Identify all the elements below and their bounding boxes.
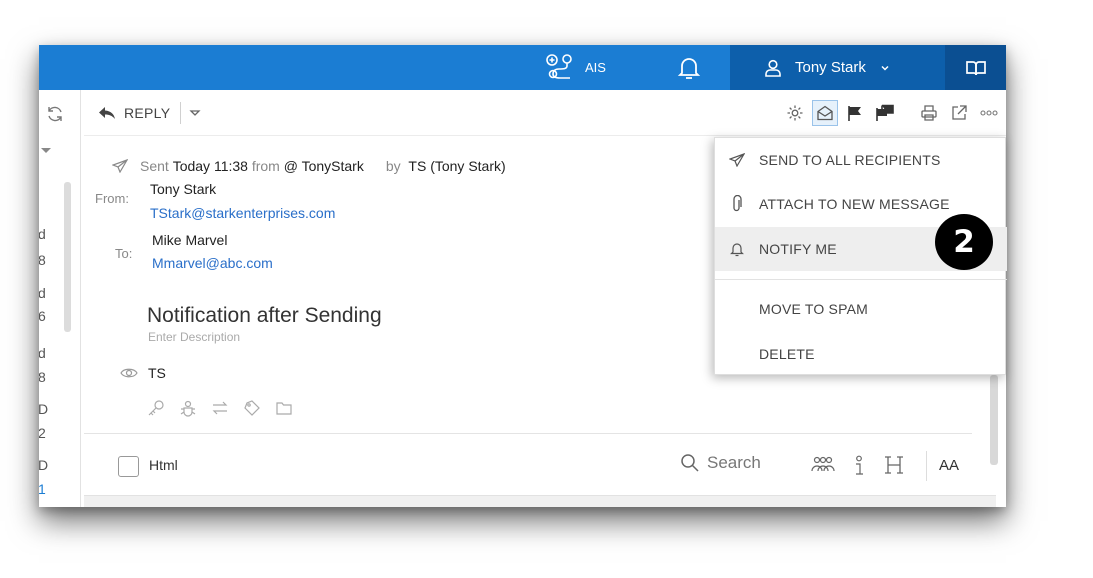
tag-icon[interactable] bbox=[243, 399, 261, 417]
menu-separator bbox=[715, 279, 1007, 280]
editor-bar: Html Search AA bbox=[84, 445, 996, 489]
toolbar-icons bbox=[782, 90, 1006, 136]
flags-button[interactable] bbox=[872, 100, 898, 126]
reply-label: REPLY bbox=[124, 105, 171, 121]
user-name: Tony Stark bbox=[795, 59, 866, 76]
book-button[interactable] bbox=[945, 45, 1006, 90]
reply-button[interactable]: REPLY bbox=[98, 90, 201, 136]
ais-label: AIS bbox=[585, 60, 606, 75]
flags-icon bbox=[876, 104, 894, 121]
list-fragment: d bbox=[39, 226, 46, 242]
envelope-open-icon bbox=[817, 105, 833, 121]
bell-icon[interactable] bbox=[675, 54, 703, 82]
menu-item-label: SEND TO ALL RECIPIENTS bbox=[759, 152, 941, 168]
description-field[interactable]: Enter Description bbox=[148, 330, 240, 344]
list-fragment: d bbox=[39, 285, 46, 301]
sender-account: @ TonyStark bbox=[283, 158, 364, 174]
search-button[interactable]: Search bbox=[680, 453, 761, 473]
editor-area-edge bbox=[84, 495, 996, 507]
menu-item-move-to-spam[interactable]: MOVE TO SPAM bbox=[715, 287, 1007, 331]
viewer-row: TS bbox=[120, 365, 166, 381]
font-size-button[interactable]: AA bbox=[939, 457, 959, 474]
to-label: To: bbox=[115, 246, 133, 261]
menu-item-send-to-all[interactable]: SEND TO ALL RECIPIENTS bbox=[715, 138, 1007, 182]
settings-button[interactable] bbox=[782, 100, 808, 126]
user-menu[interactable]: Tony Stark bbox=[730, 45, 945, 90]
send-icon bbox=[729, 153, 745, 167]
html-checkbox[interactable] bbox=[118, 456, 139, 477]
more-button[interactable] bbox=[976, 100, 1002, 126]
bell-icon bbox=[730, 243, 744, 257]
message-action-icons bbox=[147, 399, 293, 417]
menu-item-label: ATTACH TO NEW MESSAGE bbox=[759, 196, 950, 212]
paperclip-icon bbox=[733, 195, 742, 212]
list-fragment: d bbox=[39, 345, 46, 361]
list-fragment: 2 bbox=[39, 425, 46, 441]
flag-icon bbox=[848, 106, 861, 121]
from-name: Tony Stark bbox=[150, 181, 217, 197]
by-user: TS (Tony Stark) bbox=[408, 158, 506, 174]
print-button[interactable] bbox=[916, 100, 942, 126]
book-icon bbox=[965, 60, 986, 75]
users-icon[interactable] bbox=[811, 455, 835, 475]
mark-read-button[interactable] bbox=[812, 100, 838, 126]
by-word: by bbox=[385, 158, 401, 174]
list-fragment: D bbox=[39, 401, 49, 417]
html-label: Html bbox=[149, 457, 178, 473]
folder-icon[interactable] bbox=[275, 399, 293, 417]
to-name: Mike Marvel bbox=[152, 232, 228, 248]
footer-separator bbox=[926, 451, 927, 481]
menu-item-label: DELETE bbox=[759, 346, 815, 362]
top-bar: AIS Tony Stark bbox=[39, 45, 1006, 90]
external-link-icon bbox=[952, 105, 967, 120]
flag-button[interactable] bbox=[842, 100, 868, 126]
menu-item-label: NOTIFY ME bbox=[759, 241, 837, 257]
transfer-icon[interactable] bbox=[211, 399, 229, 417]
sent-time: Today 11:38 bbox=[172, 158, 248, 174]
printer-icon bbox=[921, 105, 937, 121]
message-list-edge: d 8 d 6 d 8 D 2 D 1 bbox=[39, 90, 81, 507]
step-callout-badge: 2 bbox=[935, 214, 993, 270]
key-icon[interactable] bbox=[147, 399, 165, 417]
info-icon[interactable] bbox=[852, 455, 866, 477]
bug-icon[interactable] bbox=[179, 399, 197, 417]
from-word: from bbox=[251, 158, 280, 174]
list-scrollbar[interactable] bbox=[64, 182, 71, 332]
sort-dropdown-icon[interactable] bbox=[41, 148, 51, 153]
reply-icon bbox=[99, 107, 115, 119]
list-fragment: 6 bbox=[39, 308, 46, 324]
eye-icon bbox=[120, 368, 138, 378]
list-fragment: D bbox=[39, 457, 49, 473]
message-toolbar: REPLY bbox=[84, 90, 1006, 136]
open-window-button[interactable] bbox=[946, 100, 972, 126]
toolbar-separator bbox=[180, 102, 182, 124]
search-label: Search bbox=[707, 453, 761, 472]
menu-item-label: MOVE TO SPAM bbox=[759, 301, 868, 317]
to-email[interactable]: Mmarvel@abc.com bbox=[152, 255, 273, 271]
user-icon bbox=[765, 59, 781, 77]
list-fragment: 1 bbox=[39, 481, 46, 497]
search-icon bbox=[681, 454, 699, 472]
list-fragment: 8 bbox=[39, 369, 46, 385]
reply-dropdown-icon[interactable] bbox=[189, 108, 201, 118]
more-dots-icon bbox=[980, 110, 998, 116]
sent-icon bbox=[112, 159, 128, 173]
header-divider bbox=[84, 433, 972, 434]
refresh-icon[interactable] bbox=[45, 104, 65, 124]
from-label: From: bbox=[95, 191, 129, 206]
message-subject: Notification after Sending bbox=[147, 304, 382, 327]
viewer-initials: TS bbox=[148, 365, 166, 381]
chevron-down-icon bbox=[881, 65, 889, 71]
route-icon bbox=[546, 53, 572, 79]
menu-item-delete[interactable]: DELETE bbox=[715, 332, 1007, 376]
heading-icon[interactable] bbox=[884, 455, 904, 475]
list-fragment: 8 bbox=[39, 252, 46, 268]
ais-button[interactable]: AIS bbox=[545, 45, 606, 90]
gear-icon bbox=[787, 105, 803, 121]
from-email[interactable]: TStark@starkenterprises.com bbox=[150, 205, 335, 221]
sent-prefix: Sent bbox=[140, 158, 169, 174]
sent-info: Sent Today 11:38 from @ TonyStark by TS … bbox=[112, 158, 506, 174]
